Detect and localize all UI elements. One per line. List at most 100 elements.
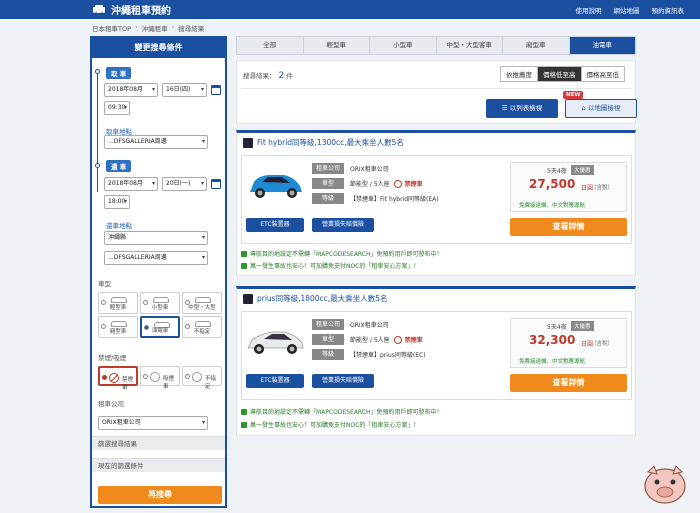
etc-button[interactable]: ETC裝置器 [246, 374, 304, 388]
breadcrumb-item-top[interactable]: 日本租車TOP [92, 23, 131, 33]
etc-button[interactable]: ETC裝置器 [246, 218, 304, 232]
car-result-card: prius同等級,1800cc,最大乘坐人數5名 租車公司 ORIX租車公司 車型… [236, 286, 636, 436]
tab-kei[interactable]: 輕型車 [304, 37, 370, 54]
smoke-option-smoking[interactable]: 吸煙車 [140, 366, 180, 390]
car-type-label: 車型 [98, 280, 111, 288]
current-filters-toggle[interactable]: 現在的篩選條件 [92, 458, 225, 472]
filter-results-toggle[interactable]: 篩選搜尋結果 [92, 436, 225, 450]
view-details-button[interactable]: 查看詳情 [510, 218, 627, 236]
car-category-tabs: 全部 輕型車 小型車 中型・大型客車 廂型車 油電車 [236, 36, 636, 55]
site-logo[interactable]: 沖繩租車預約 [92, 2, 171, 17]
info-company: ORIX租車公司 [350, 322, 389, 329]
note-insurance: 萬一發生事故也安心！可加購免支付NOC的「租車安心方案」！ [241, 261, 419, 270]
car-type-any[interactable]: 不指定 [182, 316, 222, 338]
car-type-hybrid[interactable]: 油電車 [140, 316, 180, 338]
new-badge: NEW [563, 91, 584, 99]
top-bar: 沖繩租車預約 使用說明 網站地圖 預約資訊表 [0, 0, 700, 19]
timeline-dot [95, 69, 100, 74]
check-icon [241, 262, 247, 269]
return-area-select[interactable]: 沖繩縣 [104, 231, 208, 245]
tab-van[interactable]: 廂型車 [503, 37, 570, 54]
divider [241, 88, 631, 89]
car-type-midsize[interactable]: 中型・大型 [182, 292, 222, 314]
note-mapcode: 導航目的地設定不需轉「MAPCODESEARCH」免預約用戶即可發布中！ [241, 249, 443, 258]
discount-badge: 大優惠 [571, 321, 594, 331]
return-location-select[interactable]: ...DFSGALLERIA周邊 [104, 251, 208, 265]
rental-days: 5天4夜 [547, 168, 567, 175]
result-count: 搜尋結果： 2 件 [243, 70, 293, 81]
price-value: 32,300 [529, 333, 576, 347]
pickup-time-select[interactable]: 09:30 [104, 101, 130, 115]
results-header: 搜尋結果： 2 件 依推薦度 價格低至高 價格高至低 ☰ 以列表檢視 ⌂ 以地圖檢… [236, 60, 637, 124]
breadcrumb-separator: › [135, 23, 138, 31]
check-icon [241, 250, 247, 257]
insurance-button[interactable]: 營業損失賠償險 [312, 218, 374, 232]
info-class: 【禁煙車】Fit hybrid同等級(EA) [350, 196, 439, 203]
timeline-line [97, 72, 98, 192]
smoke-label: 禁煙/吸煙 [98, 354, 127, 362]
tab-all[interactable]: 全部 [237, 37, 304, 54]
car-info: 租車公司 ORIX租車公司 車型 節能型 / 5人座 禁煙車 等級 【禁煙車】prius… [312, 318, 502, 363]
re-search-button[interactable]: 再搜尋 [98, 486, 222, 504]
link-sitemap[interactable]: 網站地圖 [614, 5, 640, 15]
car-detail-box: 租車公司 ORIX租車公司 車型 節能型 / 5人座 禁煙車 等級 【禁煙車】Fit h… [241, 155, 632, 244]
mascot-icon [644, 465, 686, 504]
pickup-tag: 取 車 [106, 67, 132, 79]
info-key: 租車公司 [312, 163, 344, 174]
list-view-label: 以列表檢視 [509, 104, 543, 112]
company-logo-icon [243, 293, 253, 304]
pickup-location-select[interactable]: ...DFSGALLERIA周邊 [104, 135, 208, 149]
car-type-kei[interactable]: 輕型車 [98, 292, 138, 314]
car-type-van[interactable]: 廂型車 [98, 316, 138, 338]
smoke-option-any[interactable]: 不指定 [182, 366, 222, 390]
info-class: 【禁煙車】prius同等級(EC) [350, 352, 426, 359]
car-title: Fit hybrid同等級,1300cc,最大乘坐人數5名 [243, 137, 404, 148]
car-type-compact[interactable]: 小型車 [140, 292, 180, 314]
no-smoking-icon [393, 179, 402, 188]
calendar-icon[interactable] [211, 179, 221, 189]
link-usage[interactable]: 使用說明 [576, 5, 602, 15]
info-key: 等級 [312, 349, 344, 360]
tab-compact[interactable]: 小型車 [370, 37, 437, 54]
tab-midsize[interactable]: 中型・大型客車 [437, 37, 503, 54]
car-title: prius同等級,1800cc,最大乘坐人數5名 [243, 293, 387, 304]
car-title-text[interactable]: prius同等級,1800cc,最大乘坐人數5名 [257, 293, 387, 304]
note-text: 導航目的地設定不需轉「MAPCODESEARCH」免預約用戶即可發布中！ [250, 409, 443, 416]
car-title-text[interactable]: Fit hybrid同等級,1300cc,最大乘坐人數5名 [257, 137, 404, 148]
no-smoking-icon [109, 373, 119, 383]
company-select[interactable]: ORIX租車公司 [98, 416, 208, 430]
result-count-value: 2 [278, 71, 285, 81]
tab-hybrid[interactable]: 油電車 [569, 37, 635, 54]
return-day-select[interactable]: 20日(一) [162, 177, 207, 191]
insurance-button[interactable]: 營業損失賠償險 [312, 374, 374, 388]
note-mapcode: 導航目的地設定不需轉「MAPCODESEARCH」免預約用戶即可發布中！ [241, 407, 443, 416]
pickup-day-select[interactable]: 16日(四) [162, 83, 207, 97]
link-reservation[interactable]: 預約資訊表 [652, 5, 685, 15]
info-key: 車型 [312, 178, 344, 189]
map-view-button[interactable]: ⌂ 以地圖檢視 [565, 99, 637, 118]
breadcrumb-item-current: 搜尋結果 [178, 25, 205, 33]
pickup-month-select[interactable]: 2018年08月 [104, 83, 158, 97]
sort-price-desc[interactable]: 價格高至低 [581, 67, 624, 81]
view-details-button[interactable]: 查看詳情 [510, 374, 627, 392]
info-company: ORIX租車公司 [350, 166, 389, 173]
return-location-label: 還車地點 [106, 222, 132, 230]
search-sidebar: 變更搜尋條件 取 車 2018年08月 16日(四) 09:30 取車地點 ..… [90, 36, 227, 508]
calendar-icon[interactable] [211, 85, 221, 95]
radio-icon [185, 374, 190, 379]
car-icon [93, 5, 105, 15]
sort-recommended[interactable]: 依推薦度 [501, 67, 538, 81]
smoke-option-nonsmoking[interactable]: 禁煙車 [98, 366, 138, 391]
return-tag: 還 車 [106, 160, 132, 172]
breadcrumb-item-okinawa[interactable]: 沖繩租車 [142, 23, 168, 33]
info-key: 等級 [312, 193, 344, 204]
info-type: 節能型 / 5人座 [350, 337, 390, 344]
car-image[interactable] [246, 170, 304, 202]
return-time-select[interactable]: 18:00 [104, 195, 130, 209]
list-view-button[interactable]: ☰ 以列表檢視 [486, 99, 558, 118]
return-month-select[interactable]: 2018年08月 [104, 177, 158, 191]
car-image[interactable] [246, 326, 304, 358]
discount-badge: 大優惠 [571, 165, 594, 175]
smoke-any-icon [192, 372, 202, 382]
sort-price-asc[interactable]: 價格低至高 [538, 67, 582, 81]
